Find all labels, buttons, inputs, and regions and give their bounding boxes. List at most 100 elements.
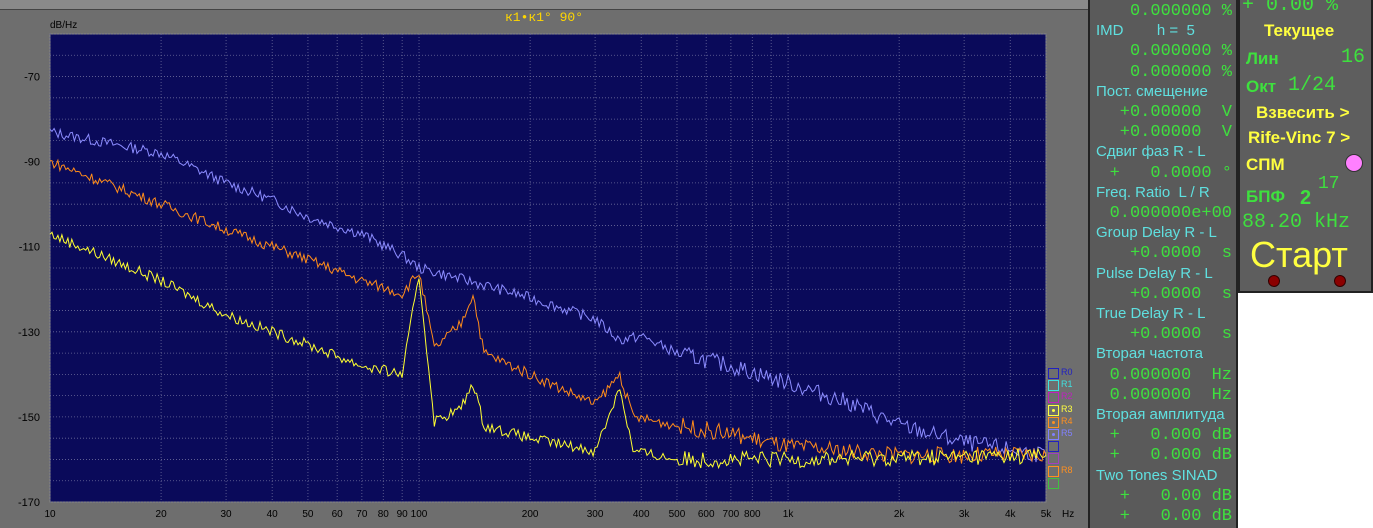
oct-button[interactable]: Окт (1246, 77, 1276, 97)
top-value: + 0.00 % (1242, 0, 1339, 17)
mode-current-button[interactable]: Текущее (1264, 21, 1334, 41)
x-tick-label: 90 (397, 509, 409, 520)
legend-checkbox[interactable] (1048, 477, 1059, 489)
y-tick-label: -70 (24, 72, 40, 84)
spectrum-window: к1•к1° 90° -70 -90 -110 -130 -150 -170 10 20 30 4… (0, 0, 1089, 528)
measurement-value: +0.0000 s (1129, 325, 1232, 345)
legend-label: R1 (1061, 379, 1073, 390)
legend-item[interactable]: R8 (1048, 464, 1088, 478)
x-tick-label: 600 (698, 509, 715, 520)
fft-label[interactable]: БПФ (1246, 187, 1285, 207)
legend-label: R2 (1061, 391, 1073, 402)
x-tick-label: 10 (44, 509, 56, 520)
measurement-value: + 0.00 dB (1119, 507, 1232, 526)
measurement-label: Two Tones SINAD (1096, 466, 1218, 484)
y-tick-label: -110 (19, 242, 40, 254)
spectrum-chart[interactable]: -70 -90 -110 -130 -150 -170 10 20 30 40 50 60 70 80 90… (0, 0, 1088, 528)
measurement-panel: 0.000000 % IMD h = 5 0.000000 % 0.000000 % П… (1088, 0, 1238, 528)
legend-label: R0 (1061, 367, 1073, 377)
legend-label: R5 (1061, 428, 1073, 438)
measurement-label: Group Delay R - L (1096, 224, 1217, 242)
legend-item[interactable]: R1 (1048, 379, 1088, 392)
psd-indicator-icon[interactable] (1345, 154, 1363, 172)
legend-checkbox[interactable] (1048, 465, 1059, 477)
legend-checkbox[interactable] (1048, 453, 1059, 465)
y-axis-unit: dB/Hz (50, 20, 77, 31)
legend-label: R8 (1061, 464, 1073, 475)
lin-button[interactable]: Лин (1246, 49, 1279, 69)
x-tick-label: 60 (332, 509, 344, 520)
measurement-label: IMD h = 5 (1096, 22, 1195, 40)
x-tick-label: 1k (783, 509, 795, 520)
measurement-label: Freq. Ratio L / R (1096, 183, 1210, 201)
x-tick-label: 4k (1005, 509, 1017, 520)
x-tick-label: 5k (1041, 509, 1053, 520)
measurement-value: + 0.000 dB (1109, 426, 1232, 446)
legend-checkbox[interactable] (1048, 368, 1059, 379)
measurement-value: +0.00000 V (1119, 103, 1232, 122)
measurement-label: Pulse Delay R - L (1096, 264, 1213, 282)
sample-rate[interactable]: 88.20 kHz (1242, 211, 1350, 234)
x-tick-label: 20 (156, 509, 168, 520)
lin-value: 16 (1340, 46, 1365, 69)
legend-item[interactable] (1048, 453, 1088, 465)
legend-item[interactable] (1048, 441, 1088, 453)
x-tick-label: 400 (633, 509, 650, 520)
fft-base: 2 (1300, 187, 1312, 209)
x-tick-label: 100 (411, 509, 428, 520)
oct-value: 1/24 (1288, 74, 1337, 97)
x-tick-label: 80 (378, 509, 390, 520)
y-tick-label: -170 (18, 497, 40, 509)
legend-item[interactable]: R5 (1048, 428, 1088, 441)
legend-item[interactable]: R0 (1048, 367, 1088, 380)
x-tick-label: 3k (959, 509, 971, 520)
legend-checkbox[interactable] (1048, 429, 1059, 440)
y-tick-label: -150 (18, 412, 40, 424)
measurement-value: 0.000000 % (1129, 62, 1232, 82)
weight-filter-button[interactable]: Rife-Vinc 7 > (1248, 128, 1350, 148)
measurement-label: Вторая амплитуда (1096, 406, 1225, 423)
y-tick-label: -130 (18, 327, 40, 339)
measurement-label: Пост. смещение (1096, 82, 1208, 100)
x-tick-label: 700 (723, 509, 740, 520)
psd-button[interactable]: СПМ (1246, 155, 1285, 175)
legend-checkbox[interactable] (1048, 392, 1059, 404)
weight-button[interactable]: Взвесить > (1256, 103, 1350, 123)
legend-checkbox[interactable] (1048, 380, 1059, 392)
measurement-value: 0.000000e+00 (1109, 204, 1232, 223)
legend-item[interactable]: R3 (1048, 403, 1088, 417)
measurement-value: +0.00000 V (1119, 123, 1232, 143)
x-tick-label: 40 (267, 509, 279, 520)
legend-item[interactable]: R4 (1048, 416, 1088, 429)
right-led-icon (1334, 275, 1346, 287)
legend-item[interactable]: R2 (1048, 391, 1088, 404)
measurement-value: +0.0000 s (1129, 244, 1232, 264)
measurement-value: 0.000000 % (1129, 42, 1232, 62)
left-led-icon (1268, 275, 1280, 287)
control-panel: + 0.00 % Текущее Лин 16 Окт 1/24 Взвесит… (1238, 0, 1373, 293)
measurement-value: 0.000000 % (1129, 2, 1232, 21)
measurement-value: + 0.00 dB (1119, 486, 1232, 506)
legend-checkbox[interactable] (1048, 416, 1059, 428)
measurement-label: True Delay R - L (1096, 305, 1206, 322)
y-tick-label: -90 (24, 157, 40, 169)
start-button[interactable]: Старт (1250, 234, 1348, 276)
measurement-value: 0.000000 Hz (1109, 385, 1232, 405)
legend-item[interactable] (1048, 477, 1088, 490)
legend-label: R3 (1061, 403, 1073, 414)
measurement-value: +0.0000 s (1129, 284, 1232, 304)
measurement-value: + 0.000 dB (1109, 446, 1232, 466)
x-tick-label: 200 (522, 509, 539, 520)
x-tick-label: 30 (221, 509, 233, 520)
legend-checkbox[interactable] (1048, 441, 1059, 453)
x-tick-label: 50 (302, 509, 314, 520)
x-axis-unit: Hz (1062, 509, 1074, 520)
x-tick-label: 300 (587, 509, 604, 520)
measurement-value: + 0.0000 ° (1109, 163, 1232, 183)
legend-checkbox[interactable] (1048, 404, 1059, 416)
measurement-label: Вторая частота (1096, 345, 1203, 363)
x-tick-label: 800 (744, 509, 761, 520)
x-tick-label: 500 (669, 509, 686, 520)
measurement-label: Сдвиг фаз R - L (1096, 143, 1206, 161)
x-tick-label: 2k (894, 509, 906, 520)
